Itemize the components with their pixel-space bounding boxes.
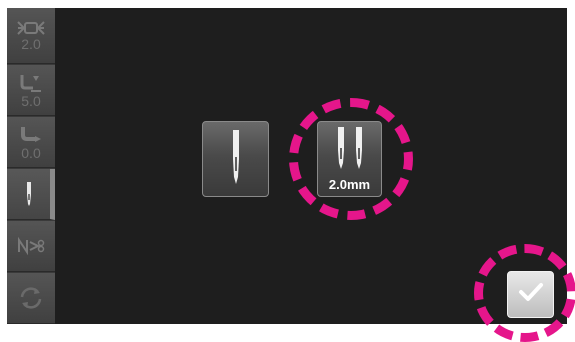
presser-foot-height-button[interactable]: 0.0 [7, 117, 55, 168]
stitch-width-button[interactable]: 2.0 [7, 8, 55, 64]
reset-icon [17, 284, 45, 312]
stitch-width-value: 2.0 [21, 36, 41, 52]
single-needle-icon [23, 181, 35, 207]
confirm-highlight [474, 244, 575, 342]
needle-mode-button[interactable] [7, 169, 55, 220]
twin-needle-highlight [289, 98, 413, 220]
presser-foot-height-value: 0.0 [21, 144, 41, 161]
thread-cutter-button[interactable] [7, 221, 55, 272]
thread-cutter-icon [16, 236, 46, 256]
stitch-length-icon [19, 73, 43, 93]
presser-foot-height-icon [19, 125, 43, 145]
single-needle-button[interactable] [202, 121, 269, 197]
reset-button[interactable] [7, 273, 55, 324]
stitch-length-value: 5.0 [21, 92, 41, 109]
stitch-width-icon [16, 20, 46, 36]
stitch-length-button[interactable]: 5.0 [7, 65, 55, 116]
sidebar: 2.0 5.0 0.0 [7, 8, 55, 324]
single-needle-icon [229, 129, 243, 190]
